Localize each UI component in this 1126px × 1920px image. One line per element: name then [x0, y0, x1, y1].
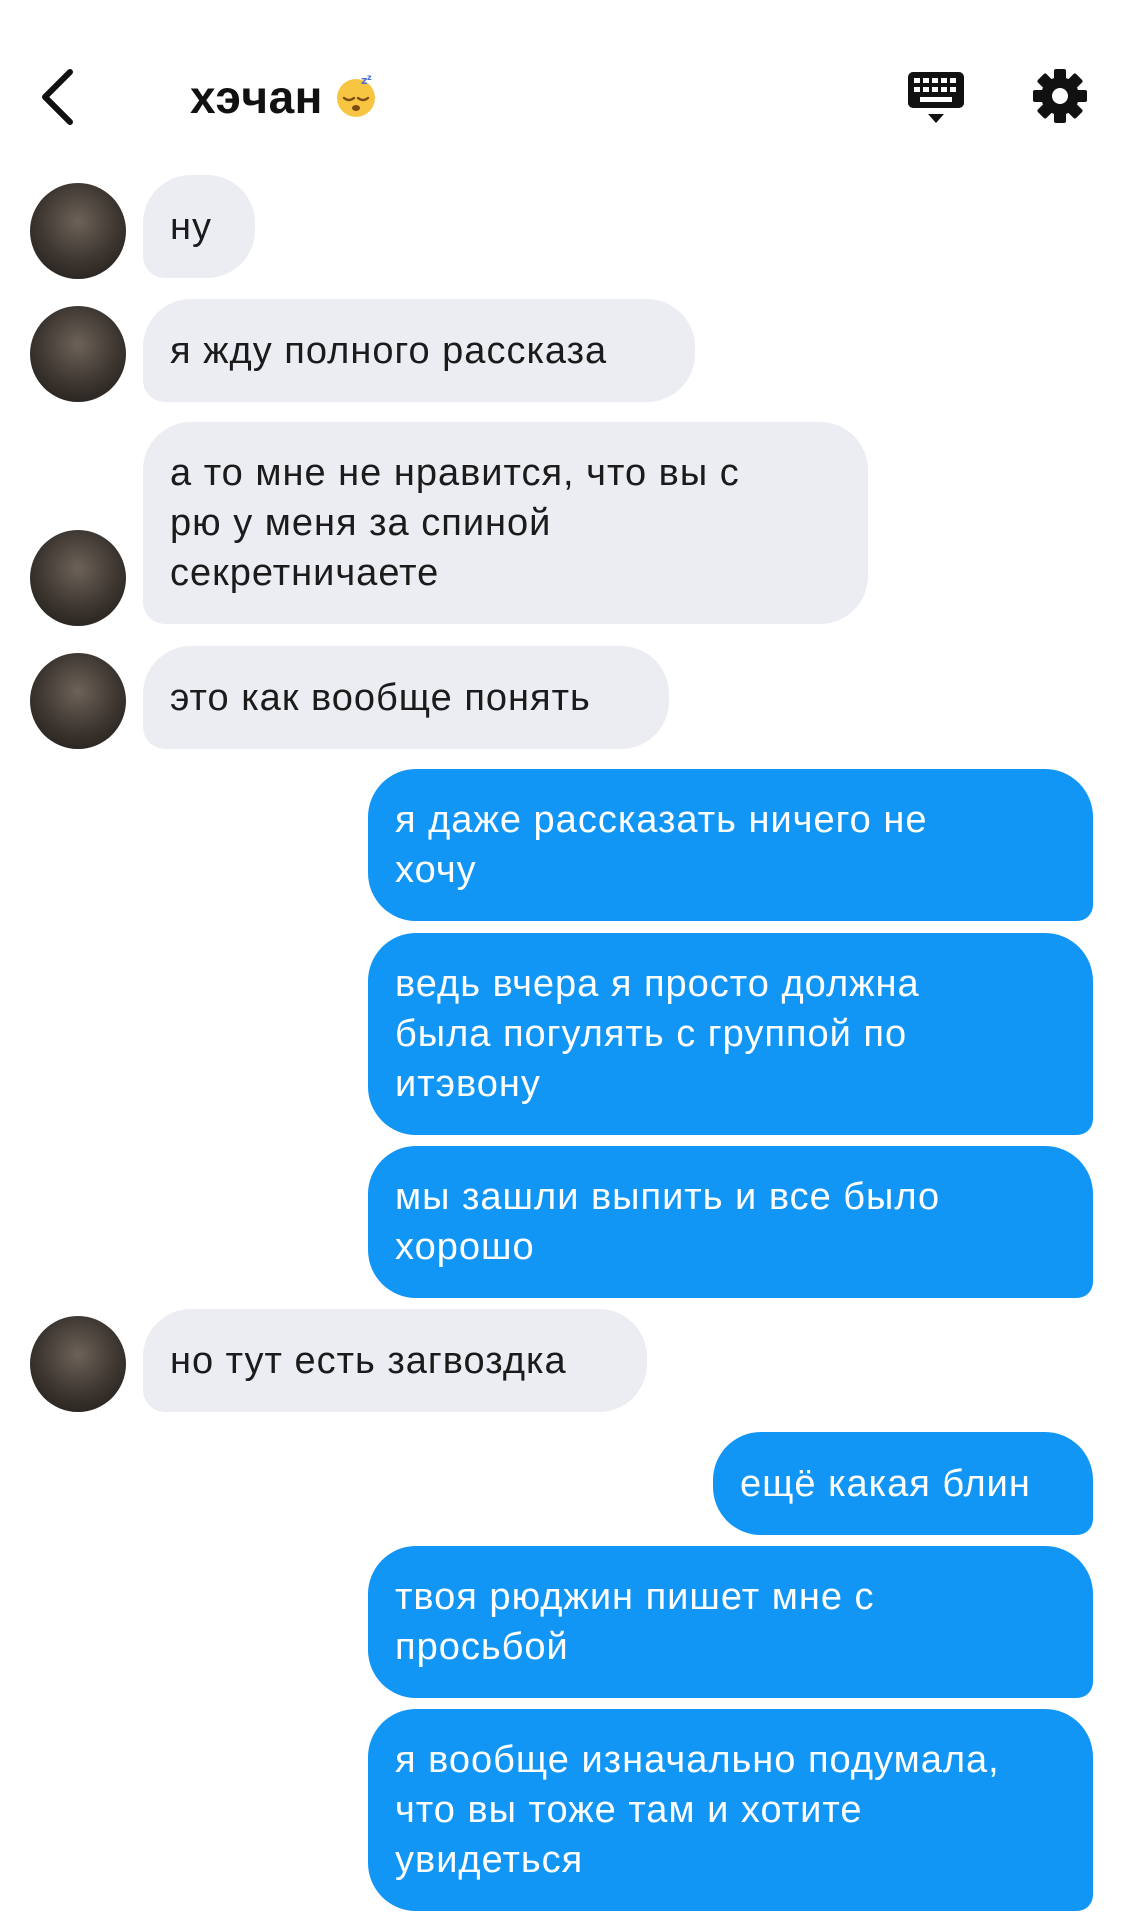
- message-incoming[interactable]: ну: [143, 175, 255, 278]
- keyboard-button[interactable]: [906, 70, 966, 126]
- contact-avatar[interactable]: [30, 530, 126, 626]
- settings-button[interactable]: [1032, 68, 1088, 124]
- message-incoming[interactable]: это как вообще понять: [143, 646, 669, 749]
- chat-title[interactable]: хэчан z z: [190, 70, 379, 124]
- message-outgoing[interactable]: я даже рассказать ничего не хочу: [368, 769, 1093, 921]
- chat-screen: хэчан z z ну я жду полного рассказа а то…: [0, 0, 1126, 1920]
- message-outgoing[interactable]: ведь вчера я просто должна была погулять…: [368, 933, 1093, 1135]
- message-outgoing[interactable]: ещё какая блин: [713, 1432, 1093, 1535]
- message-outgoing[interactable]: твоя рюджин пишет мне с просьбой: [368, 1546, 1093, 1698]
- contact-avatar[interactable]: [30, 183, 126, 279]
- contact-name: хэчан: [190, 71, 323, 123]
- contact-avatar[interactable]: [30, 653, 126, 749]
- contact-avatar[interactable]: [30, 306, 126, 402]
- message-outgoing[interactable]: мы зашли выпить и все было хорошо: [368, 1146, 1093, 1298]
- message-incoming[interactable]: а то мне не нравится, что вы с рю у меня…: [143, 422, 868, 624]
- message-incoming[interactable]: но тут есть загвоздка: [143, 1309, 647, 1412]
- message-incoming[interactable]: я жду полного рассказа: [143, 299, 695, 402]
- chevron-left-icon: [42, 69, 73, 125]
- chat-header: хэчан z z: [0, 0, 1126, 190]
- gear-icon: [1033, 69, 1087, 123]
- sleeping-face-emoji-icon: z z: [333, 73, 379, 119]
- keyboard-icon: [908, 72, 964, 123]
- message-outgoing[interactable]: я вообще изначально подумала, что вы тож…: [368, 1709, 1093, 1911]
- contact-avatar[interactable]: [30, 1316, 126, 1412]
- back-button[interactable]: [28, 60, 88, 130]
- svg-text:z: z: [367, 73, 372, 82]
